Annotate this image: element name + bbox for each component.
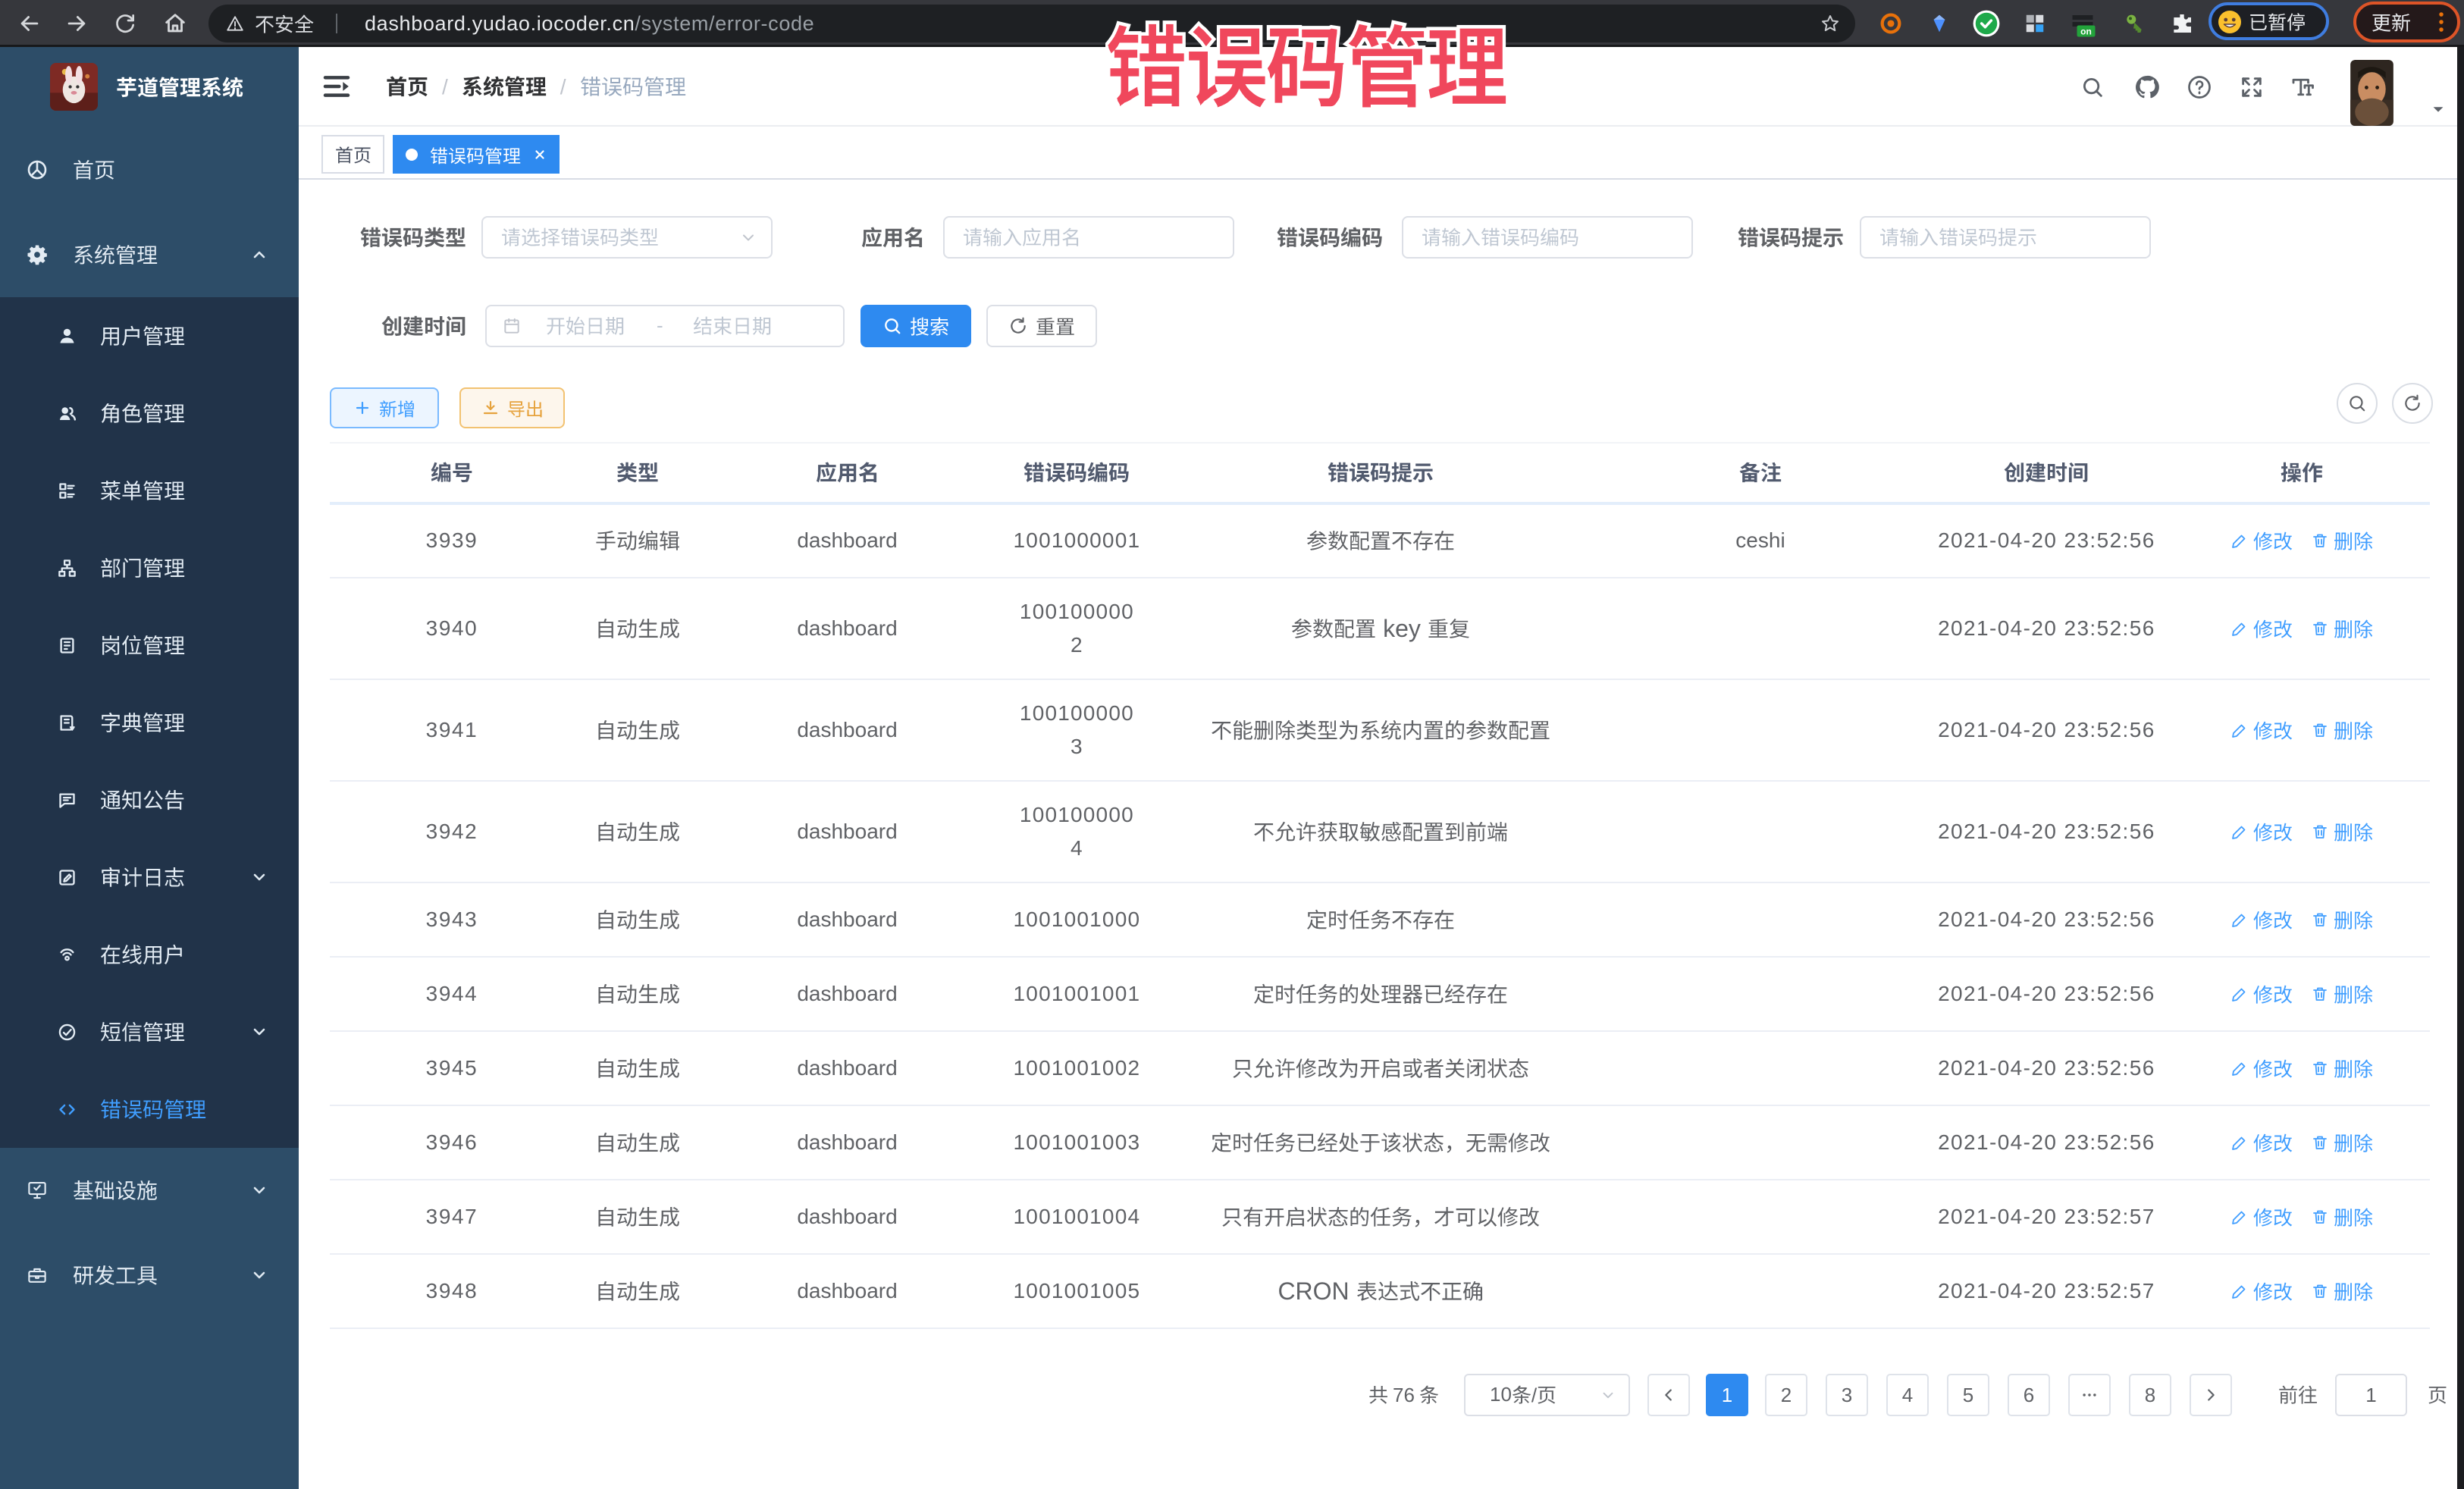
svg-text:on: on bbox=[2080, 27, 2092, 37]
